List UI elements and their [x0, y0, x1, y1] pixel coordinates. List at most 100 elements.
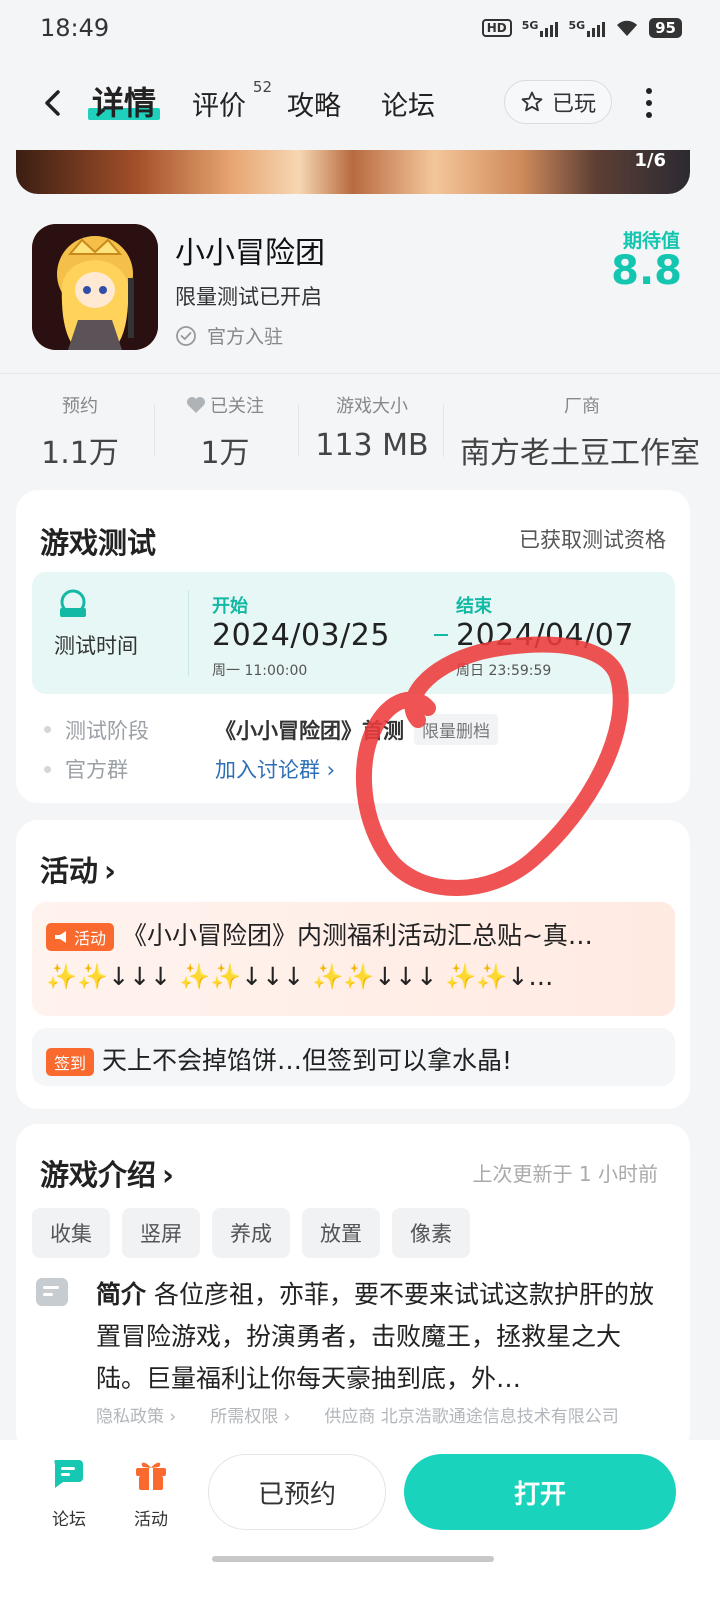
divider — [443, 405, 444, 457]
more-icon[interactable] — [644, 88, 654, 118]
join-group-link[interactable]: 加入讨论群 › — [215, 754, 335, 784]
last-updated: 上次更新于 1 小时前 — [472, 1162, 658, 1186]
checkin-promo-item[interactable]: 签到 天上不会掉馅饼…但签到可以拿水晶! — [32, 1028, 675, 1086]
game-intro-card: 游戏介绍 › 上次更新于 1 小时前 收集 竖屏 养成 放置 像素 简介 各位彦祖… — [16, 1124, 690, 1454]
tag-chip[interactable]: 放置 — [302, 1208, 380, 1258]
check-circle-icon — [176, 325, 196, 346]
status-bar: 18:49 HD 5G 5G 95 — [0, 0, 720, 56]
stat-reservations: 预约 1.1万 — [36, 392, 124, 472]
home-indicator — [212, 1556, 494, 1562]
tag-chip[interactable]: 收集 — [32, 1208, 110, 1258]
official-group-label: 官方群 — [65, 758, 128, 782]
chevron-right-icon: › — [104, 854, 116, 888]
stat-label: 游戏大小 — [336, 396, 408, 417]
tab-guides-label: 攻略 — [287, 91, 341, 122]
signal-icon-2: 5G — [568, 19, 606, 37]
stat-label: 厂商 — [564, 396, 600, 417]
start-label: 开始 — [212, 596, 248, 617]
star-icon — [521, 91, 543, 112]
stat-label-text: 已关注 — [210, 396, 264, 417]
supplier-info: 供应商 北京浩歌通途信息技术有限公司 — [324, 1407, 619, 1427]
activity-title-link[interactable]: 活动 › — [40, 848, 116, 890]
beta-icon — [60, 589, 86, 617]
expectation-score: 8.8 — [611, 248, 682, 294]
tag-chip[interactable]: 像素 — [392, 1208, 470, 1258]
app-subtitle: 限量测试已开启 — [175, 285, 322, 309]
activity-promo-item[interactable]: 活动 《小小冒险团》内测福利活动汇总贴~真… ✨✨↓↓↓ ✨✨↓↓↓ ✨✨↓↓↓… — [32, 902, 675, 1016]
media-carousel[interactable]: 1/6 — [16, 150, 690, 194]
description-text: 各位彦祖，亦菲，要不要来试试这款护肝的放置冒险游戏，扮演勇者，击败魔王，拯救星之… — [96, 1280, 654, 1393]
bullet — [44, 726, 51, 733]
test-time-label: 测试时间 — [54, 634, 138, 658]
stat-developer[interactable]: 厂商 南方老土豆工作室 — [460, 392, 720, 472]
hd-icon: HD — [481, 19, 512, 37]
stat-game-size: 游戏大小 113 MB — [312, 392, 432, 463]
tab-guides[interactable]: 攻略 — [287, 84, 341, 123]
tab-reviews-label: 评价 — [192, 91, 246, 122]
back-icon[interactable] — [38, 88, 68, 118]
signal-icon: 5G — [522, 19, 559, 37]
stat-value: 1.1万 — [41, 436, 119, 471]
forum-shortcut[interactable]: 论坛 — [34, 1454, 104, 1530]
start-time: 周一 11:00:00 — [212, 663, 308, 679]
card-title: 游戏介绍 — [40, 1158, 157, 1192]
bottom-action-bar: 论坛 活动 已预约 打开 — [0, 1440, 720, 1600]
stat-followers[interactable]: 已关注 1万 — [170, 392, 280, 472]
activity-shortcut[interactable]: 活动 — [116, 1454, 186, 1530]
intro-title-link[interactable]: 游戏介绍 › — [40, 1152, 174, 1194]
divider — [0, 373, 720, 374]
card-title: 游戏测试 — [40, 526, 157, 560]
tab-details[interactable]: 详情 — [88, 78, 161, 124]
played-button[interactable]: 已玩 — [504, 80, 612, 124]
permissions-link[interactable]: 所需权限 › — [210, 1402, 290, 1427]
tab-forum-label: 论坛 — [381, 91, 435, 122]
description-label: 简介 — [96, 1280, 147, 1309]
review-count-badge: 52 — [252, 78, 272, 96]
activity-promo-title: 《小小冒险团》内测福利活动汇总贴~真… — [121, 921, 593, 950]
divider — [298, 405, 299, 457]
top-nav: 详情 评价 52 攻略 论坛 已玩 — [0, 72, 720, 136]
game-test-card: 游戏测试 已获取测试资格 测试时间 开始 2024/03/25 周一 11:00… — [16, 490, 690, 803]
wifi-icon — [615, 19, 639, 37]
test-stage-value: 《小小冒险团》首测 — [215, 718, 404, 743]
tab-forum[interactable]: 论坛 — [381, 84, 435, 123]
test-time-panel: 测试时间 开始 2024/03/25 周一 11:00:00 结束 2024/0… — [32, 572, 675, 694]
bullet — [44, 765, 51, 773]
stat-value: 1万 — [200, 436, 250, 471]
stat-label: 已关注 — [170, 392, 280, 418]
stat-label: 预约 — [62, 396, 98, 417]
activity-badge-label: 活动 — [74, 929, 107, 948]
battery-icon: 95 — [649, 18, 682, 38]
heart-icon — [187, 397, 205, 413]
activity-badge: 活动 — [46, 923, 115, 951]
divider — [188, 590, 189, 676]
game-description[interactable]: 简介 各位彦祖，亦菲，要不要来试试这款护肝的放置冒险游戏，扮演勇者，击败魔王，拯… — [96, 1274, 666, 1400]
official-group-row: 官方群 加入讨论群 › — [44, 754, 335, 784]
tag-chip[interactable]: 养成 — [212, 1208, 290, 1258]
test-stage-label: 测试阶段 — [65, 718, 149, 743]
start-date: 2024/03/25 — [212, 618, 390, 653]
tag-chip[interactable]: 竖屏 — [122, 1208, 200, 1258]
played-label: 已玩 — [551, 92, 596, 117]
chevron-right-icon: › — [162, 1158, 174, 1192]
gift-icon — [136, 1462, 166, 1490]
divider — [154, 405, 155, 457]
carousel-page-indicator: 1/6 — [634, 150, 666, 171]
activity-promo-preview: ✨✨↓↓↓ ✨✨↓↓↓ ✨✨↓↓↓ ✨✨↓… — [46, 962, 554, 991]
chat-bubble-icon — [54, 1460, 83, 1488]
open-button[interactable]: 打开 — [404, 1454, 676, 1530]
stat-value: 南方老土豆工作室 — [460, 436, 700, 471]
reserved-button[interactable]: 已预约 — [208, 1454, 386, 1530]
activity-label: 活动 — [134, 1510, 168, 1530]
stat-value: 113 MB — [315, 428, 429, 463]
checkin-text: 天上不会掉馅饼…但签到可以拿水晶! — [101, 1046, 512, 1075]
checkin-badge: 签到 — [46, 1048, 95, 1076]
privacy-policy-link[interactable]: 隐私政策 › — [96, 1402, 176, 1427]
verified-label: 官方入驻 — [207, 326, 284, 348]
tab-reviews[interactable]: 评价 52 — [192, 78, 272, 123]
status-icons: HD 5G 5G 95 — [481, 18, 682, 38]
join-group-label: 加入讨论群 — [215, 758, 320, 782]
tab-details-label: 详情 — [92, 84, 157, 122]
test-status: 已获取测试资格 — [519, 528, 666, 552]
app-title: 小小冒险团 — [175, 236, 325, 271]
